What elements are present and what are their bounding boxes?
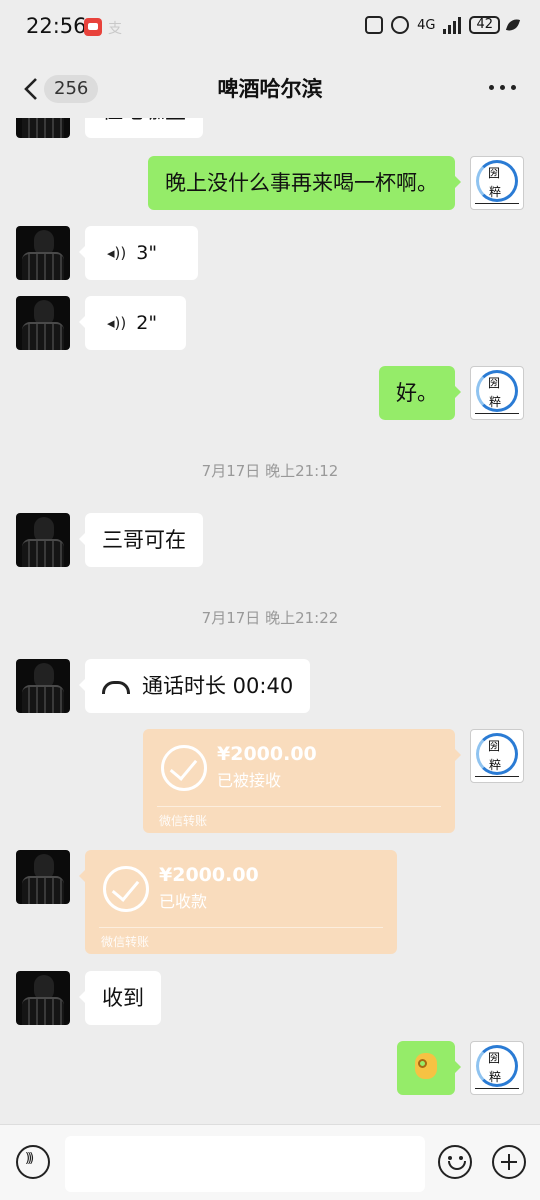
ok-hand-emoji (415, 1053, 437, 1079)
incoming-text-bubble[interactable]: 住宅咖里 (85, 118, 203, 138)
transfer-amount: ¥2000.00 (217, 743, 317, 765)
voice-wave-icon: ◂)) (107, 244, 127, 262)
message-list[interactable]: 住宅咖里 晚上没什么事再来喝一杯啊。 圀粹 ◂)) 3" ◂)) 2" 好。 圀… (0, 118, 540, 1124)
voice-duration: 2" (136, 312, 158, 334)
my-avatar[interactable]: 圀粹 (470, 366, 524, 420)
transfer-status: 已被接收 (217, 771, 282, 790)
battery-icon: 42 (469, 16, 500, 34)
transfer-label: 微信转账 (101, 935, 150, 949)
contact-avatar[interactable] (16, 118, 70, 138)
my-avatar[interactable]: 圀粹 (470, 156, 524, 210)
emoji-icon[interactable] (438, 1145, 472, 1179)
voice-input-icon[interactable] (16, 1145, 50, 1179)
voice-duration: 3" (136, 242, 158, 264)
contact-avatar[interactable] (16, 659, 70, 713)
voice-message-bubble[interactable]: ◂)) 3" (79, 226, 198, 280)
outgoing-text-bubble[interactable]: 好。 (379, 366, 461, 420)
transfer-divider (99, 927, 383, 928)
transfer-divider (157, 806, 441, 807)
my-avatar[interactable]: 圀粹 (470, 729, 524, 783)
check-circle-icon (103, 866, 149, 912)
call-record-bubble[interactable]: 通话时长 00:40 (78, 659, 311, 713)
nfc-icon (365, 16, 384, 34)
contact-avatar[interactable] (16, 971, 70, 1025)
phone-icon (102, 680, 130, 694)
network-label: 4G (417, 17, 436, 33)
status-time: 22:56 (26, 14, 87, 38)
notification-app-icon (84, 18, 102, 36)
incoming-text-bubble[interactable]: 三哥可在 (79, 513, 203, 567)
transfer-card[interactable]: ¥2000.00 已收款 微信转账 (79, 850, 397, 954)
check-circle-icon (161, 745, 207, 791)
call-duration: 通话时长 00:40 (142, 674, 294, 698)
voice-wave-icon: ◂)) (107, 314, 127, 332)
message-input[interactable] (65, 1136, 425, 1192)
incoming-text-bubble[interactable]: 收到 (79, 971, 161, 1025)
emoji-message-bubble[interactable] (397, 1041, 461, 1095)
plus-icon[interactable] (492, 1145, 526, 1179)
back-arrow-icon[interactable] (20, 76, 46, 102)
contact-avatar[interactable] (16, 513, 70, 567)
transfer-label: 微信转账 (159, 814, 208, 828)
transfer-card[interactable]: ¥2000.00 已被接收 微信转账 (143, 729, 461, 833)
status-bar: 22:56 支 4G 42 (0, 0, 540, 58)
contact-avatar[interactable] (16, 850, 70, 904)
signal-icon (443, 16, 462, 34)
outgoing-text-bubble[interactable]: 晚上没什么事再来喝一杯啊。 (148, 156, 461, 210)
chat-header: 256 啤酒哈尔滨 (0, 58, 540, 118)
unread-count-badge[interactable]: 256 (44, 75, 99, 103)
notification-app2-icon: 支 (108, 21, 122, 37)
voice-message-bubble[interactable]: ◂)) 2" (79, 296, 186, 350)
input-bar (0, 1124, 540, 1200)
timestamp-divider: 7月17日 晚上21:12 (201, 462, 339, 480)
eco-mode-icon (505, 16, 521, 34)
transfer-status: 已收款 (159, 892, 208, 911)
contact-avatar[interactable] (16, 226, 70, 280)
contact-avatar[interactable] (16, 296, 70, 350)
transfer-amount: ¥2000.00 (159, 864, 259, 886)
status-icons: 4G 42 (365, 16, 521, 34)
more-icon[interactable] (489, 85, 516, 90)
my-avatar[interactable]: 圀粹 (470, 1041, 524, 1095)
timestamp-divider: 7月17日 晚上21:22 (201, 609, 339, 627)
alarm-icon (391, 16, 410, 34)
